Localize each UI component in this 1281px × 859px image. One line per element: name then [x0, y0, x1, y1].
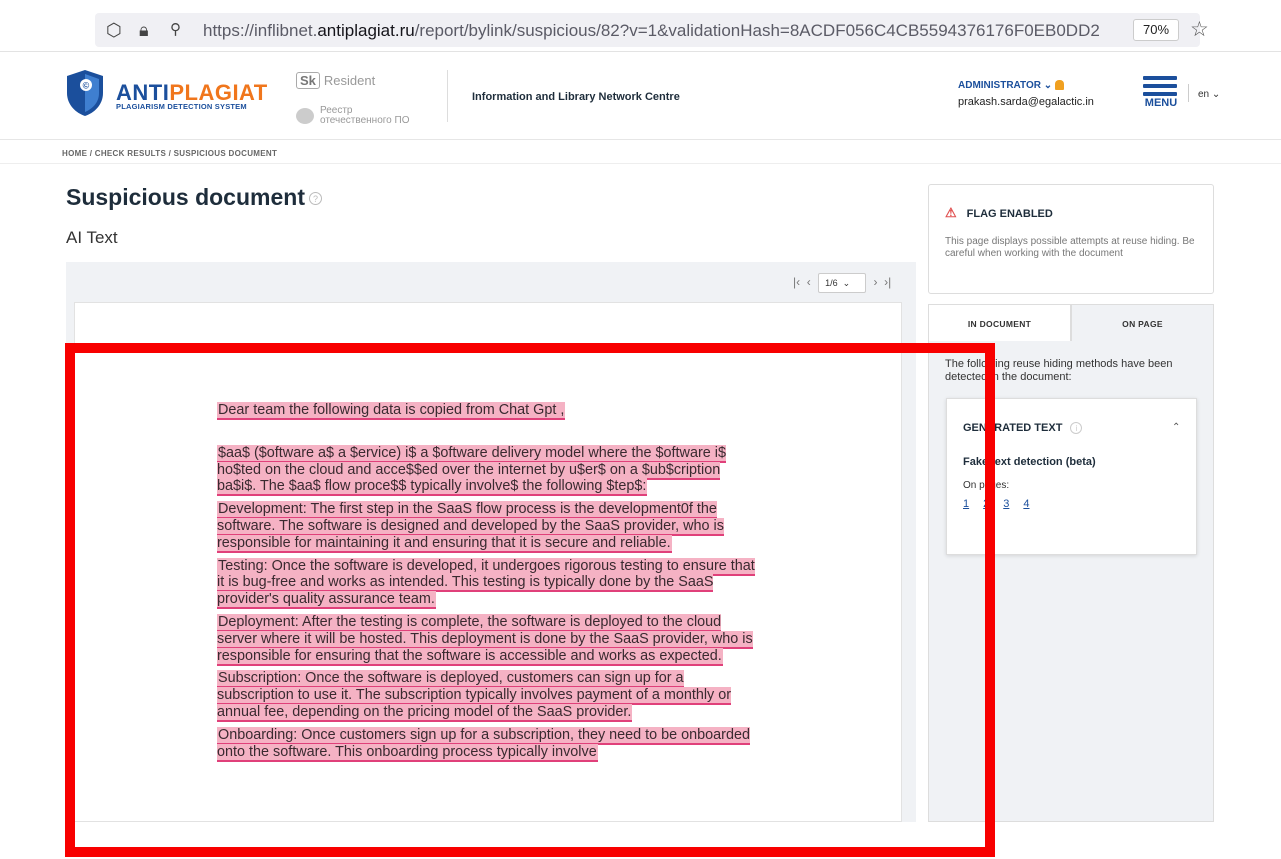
menu-button[interactable]: MENU	[1143, 76, 1179, 116]
breadcrumb[interactable]: HOME / CHECK RESULTS / SUSPICIOUS DOCUME…	[62, 149, 277, 158]
red-annotation-box	[65, 343, 995, 857]
software-registry-badge: Реестр отечественного ПО	[296, 106, 410, 126]
language-selector[interactable]: en ⌄	[1198, 89, 1220, 100]
hamburger-icon	[1143, 76, 1177, 80]
page-select[interactable]: 1/6 ⌄	[818, 273, 867, 293]
tab-on-page[interactable]: ON PAGE	[1071, 304, 1214, 342]
chevron-down-icon: ⌄	[1043, 80, 1053, 91]
info-icon[interactable]: i	[1070, 422, 1083, 435]
bell-icon[interactable]	[1055, 80, 1065, 91]
zoom-level-badge[interactable]: 70%	[1133, 19, 1179, 41]
shield-icon[interactable]: ⬡	[106, 20, 122, 41]
browser-toolbar: ⬡ 🔒︎ ⚲ https://inflibnet.antiplagiat.ru/…	[0, 0, 1281, 52]
flag-description: This page displays possible attempts at …	[945, 236, 1195, 259]
url-text[interactable]: https://inflibnet.antiplagiat.ru/report/…	[203, 21, 1123, 41]
next-page-icon[interactable]: ›	[873, 275, 877, 289]
first-page-icon[interactable]: |‹	[793, 275, 800, 289]
breadcrumb-divider	[0, 163, 1281, 164]
page-subtitle: AI Text	[66, 228, 118, 247]
role-dropdown[interactable]: ADMINISTRATOR ⌄	[958, 80, 1065, 91]
warning-icon: ⚠	[945, 205, 957, 220]
sk-logo-icon: Sk	[296, 72, 320, 89]
bookmark-star-icon[interactable]: ☆	[1190, 17, 1209, 42]
last-page-icon[interactable]: ›|	[884, 275, 891, 289]
header-divider	[447, 70, 448, 122]
chevron-down-icon: ⌄	[1211, 89, 1221, 100]
brand-subtitle: PLAGIARISM DETECTION SYSTEM	[116, 102, 247, 111]
sk-resident-badge: Sk Resident	[296, 72, 375, 89]
menu-label: MENU	[1144, 97, 1178, 109]
panel-tabs: IN DOCUMENT ON PAGE	[928, 304, 1214, 342]
permissions-icon[interactable]: ⚲	[170, 20, 181, 38]
chevron-up-icon[interactable]: ⌃	[1172, 422, 1180, 433]
lock-icon[interactable]: 🔒︎	[139, 20, 149, 41]
page-link[interactable]: 4	[1023, 498, 1029, 510]
page-title: Suspicious document?	[66, 184, 322, 211]
emblem-icon	[296, 108, 314, 124]
language-divider	[1188, 84, 1189, 102]
prev-page-icon[interactable]: ‹	[807, 275, 811, 289]
organization-name: Information and Library Network Centre	[472, 91, 680, 103]
tab-in-document[interactable]: IN DOCUMENT	[928, 304, 1071, 342]
page-link[interactable]: 3	[1003, 498, 1009, 510]
flag-title: ⚠ FLAG ENABLED	[945, 205, 1053, 220]
page-navigator: |‹ ‹ 1/6 ⌄ › ›|	[793, 273, 891, 293]
svg-text:©: ©	[83, 81, 90, 91]
antiplagiat-shield-logo-icon[interactable]: ©	[66, 69, 104, 117]
user-email: prakash.sarda@egalactic.in	[958, 96, 1094, 108]
help-icon[interactable]: ?	[308, 192, 322, 206]
